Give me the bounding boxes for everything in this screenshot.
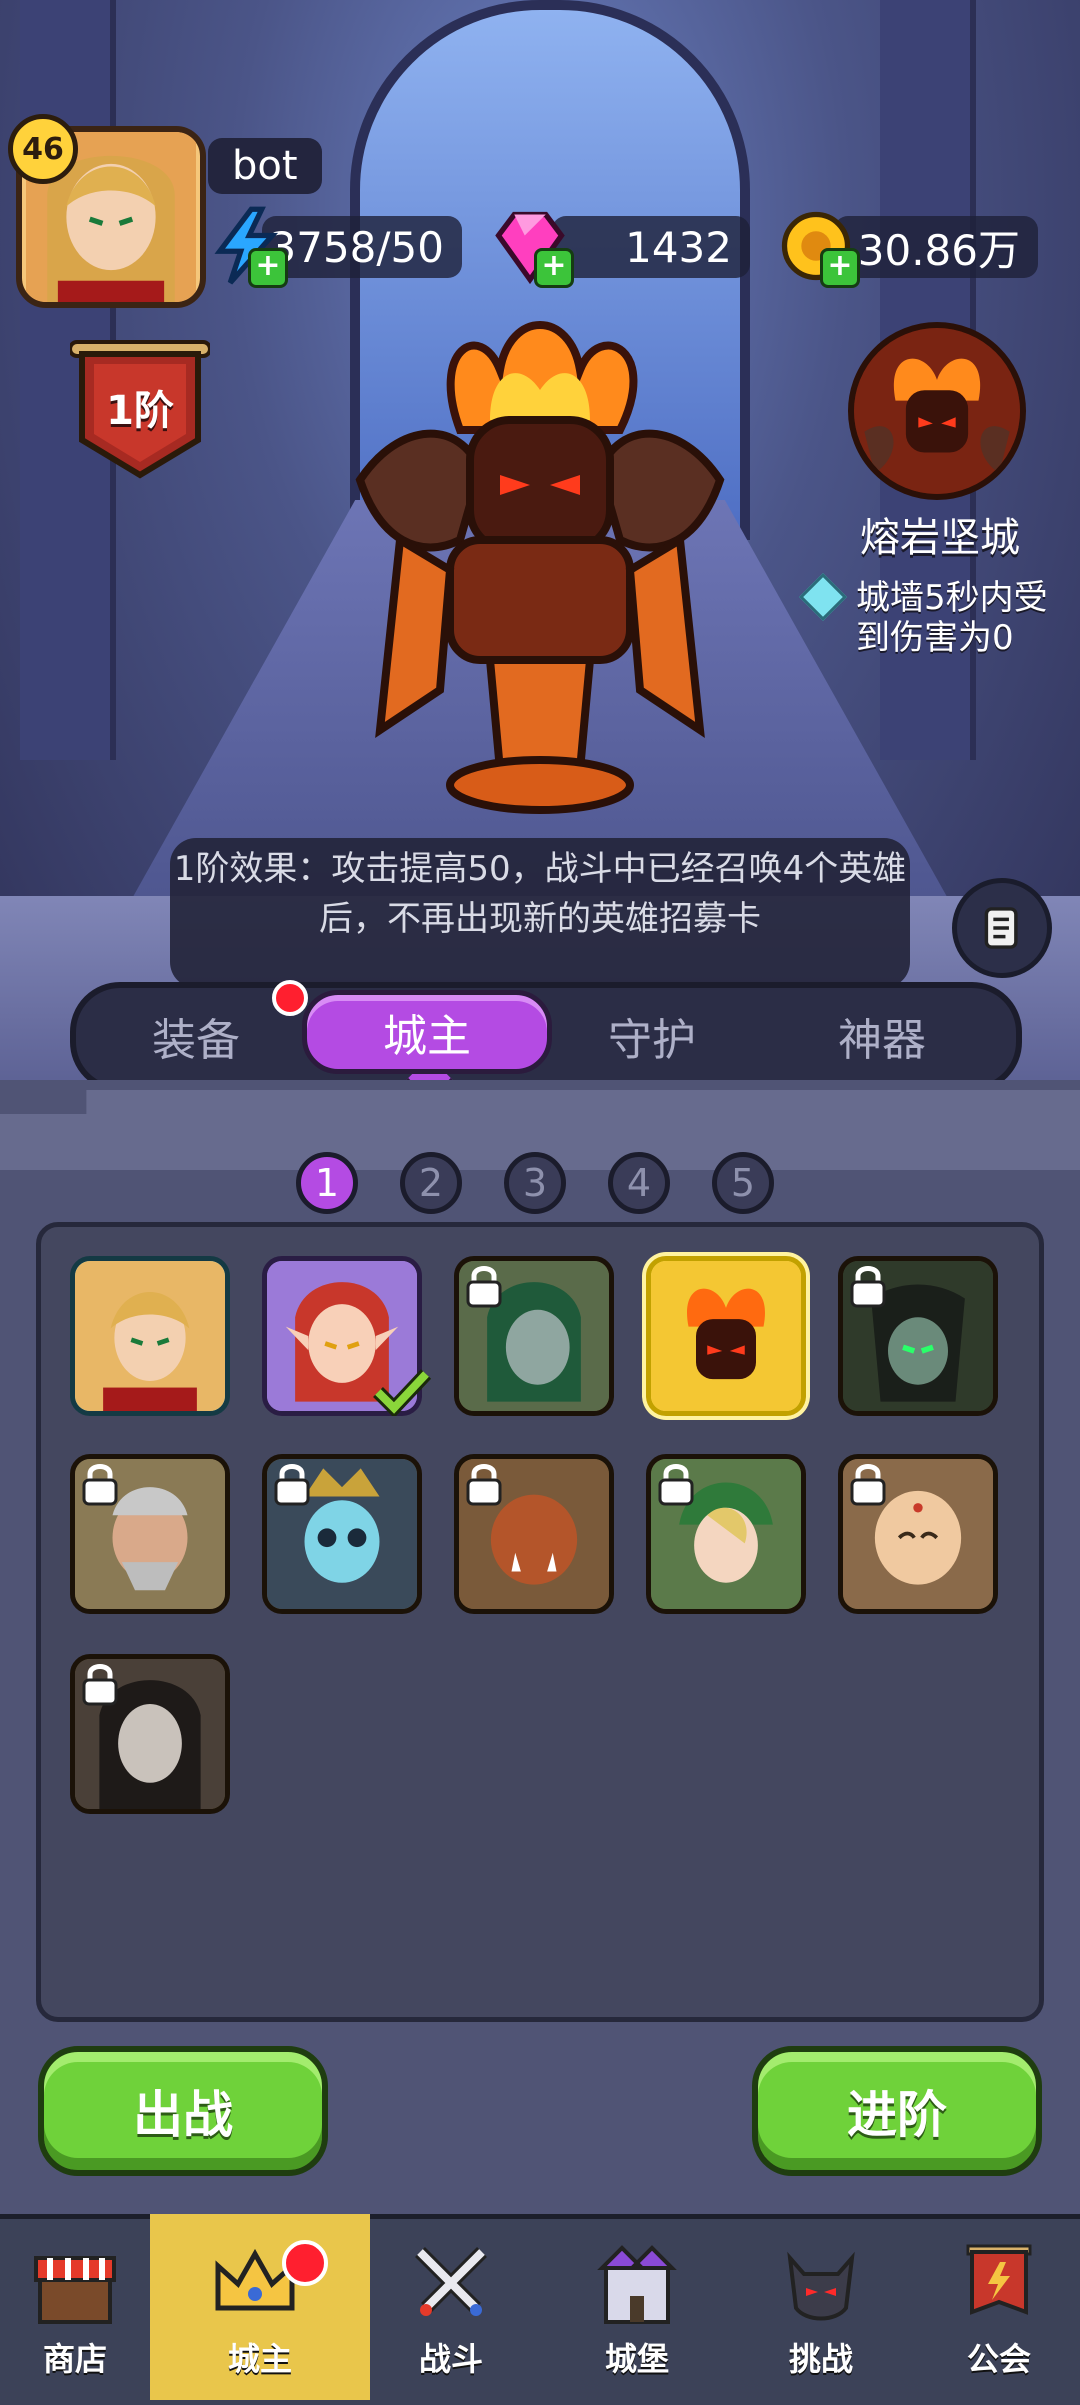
hero-portrait — [651, 1261, 801, 1411]
player-name: bot — [232, 143, 298, 189]
tab-equipment-label: 装备 — [152, 1015, 240, 1066]
advance-button-label: 进阶 — [847, 2086, 947, 2144]
nav-castle-label: 城堡 — [604, 2340, 669, 2378]
gem-value: 1432 — [625, 222, 732, 272]
lock-icon — [850, 1266, 886, 1308]
page-1-button[interactable]: 1 — [296, 1152, 358, 1214]
add-gems-button[interactable]: + — [534, 248, 574, 288]
page-4-label: 4 — [626, 1161, 652, 1205]
page-3-button[interactable]: 3 — [504, 1152, 566, 1214]
nav-lord[interactable]: 城主 — [150, 2214, 370, 2400]
skill-icon[interactable] — [848, 322, 1026, 500]
skill-name: 熔岩坚城 — [860, 515, 1020, 561]
nav-shop-label: 商店 — [42, 2340, 107, 2378]
gold-value: 30.86万 — [857, 225, 1020, 275]
tab-equipment[interactable]: 装备 — [96, 1000, 296, 1072]
skill-description: 城墙5秒内受到伤害为0 — [856, 578, 1048, 658]
nav-lord-label: 城主 — [227, 2340, 292, 2378]
lava-golem-character[interactable] — [340, 310, 740, 830]
notification-dot — [272, 980, 308, 1016]
player-name-box: bot — [208, 138, 322, 194]
energy-value: 3758/50 — [269, 222, 444, 272]
nav-challenge-label: 挑战 — [788, 2340, 853, 2378]
equipped-check-icon — [373, 1369, 432, 1416]
tab-guardian[interactable]: 守护 — [552, 1000, 752, 1072]
add-energy-button[interactable]: + — [248, 248, 288, 288]
gold-counter: 30.86万 — [834, 216, 1038, 278]
advance-button[interactable]: 进阶 — [752, 2046, 1042, 2176]
tab-guardian-label: 守护 — [608, 1015, 696, 1066]
rank-effect-box: 1阶效果：攻击提高50，战斗中已经召唤4个英雄后，不再出现新的英雄招募卡 — [170, 838, 910, 988]
tab-lord-label: 城主 — [383, 1011, 471, 1062]
hero-portrait — [75, 1261, 225, 1411]
tab-artifact-label: 神器 — [838, 1015, 926, 1066]
player-level: 46 — [22, 131, 64, 167]
nav-battle[interactable]: 战斗 — [376, 2214, 526, 2400]
battle-button-label: 出战 — [133, 2086, 233, 2144]
nav-battle-label: 战斗 — [418, 2340, 483, 2378]
page-5-button[interactable]: 5 — [712, 1152, 774, 1214]
page-selector: 1 2 3 4 5 — [0, 1152, 1080, 1222]
castle-icon — [597, 2245, 677, 2324]
crossed-swords-icon — [415, 2247, 487, 2316]
guild-banner-icon — [966, 2244, 1032, 2315]
page-2-button[interactable]: 2 — [400, 1152, 462, 1214]
lock-icon — [466, 1464, 502, 1506]
gem-counter: 1432 — [552, 216, 750, 278]
lock-icon — [274, 1464, 310, 1506]
demon-mask-icon — [787, 2251, 855, 2321]
page-4-button[interactable]: 4 — [608, 1152, 670, 1214]
scroll-icon — [984, 907, 1018, 949]
lock-icon — [658, 1464, 694, 1506]
lava-skill-icon — [854, 328, 1020, 494]
tab-artifact[interactable]: 神器 — [782, 1000, 982, 1072]
rank-label: 1阶 — [106, 388, 174, 434]
hero-card-golden-hair-knight[interactable] — [70, 1256, 230, 1416]
page-1-label: 1 — [314, 1161, 340, 1205]
scroll-info-button[interactable] — [952, 878, 1052, 978]
lock-icon — [466, 1266, 502, 1308]
nav-guild-label: 公会 — [966, 2340, 1031, 2378]
page-2-label: 2 — [418, 1161, 444, 1205]
nav-shop[interactable]: 商店 — [0, 2214, 150, 2400]
tab-lord[interactable]: 城主 — [302, 990, 552, 1074]
hero-card-lava-golem[interactable] — [646, 1256, 806, 1416]
energy-counter: 3758/50 — [262, 216, 462, 278]
player-level-badge: 46 — [8, 114, 78, 184]
nav-lord-notification-dot — [282, 2240, 328, 2286]
page-3-label: 3 — [522, 1161, 548, 1205]
battle-button[interactable]: 出战 — [38, 2046, 328, 2176]
rank-effect-text: 1阶效果：攻击提高50，战斗中已经召唤4个英雄后，不再出现新的英雄招募卡 — [173, 849, 907, 939]
nav-guild[interactable]: 公会 — [924, 2214, 1074, 2400]
lock-icon — [82, 1664, 118, 1706]
lock-icon — [850, 1464, 886, 1506]
shop-icon — [34, 2256, 116, 2324]
lock-icon — [82, 1464, 118, 1506]
nav-castle[interactable]: 城堡 — [562, 2214, 712, 2400]
nav-challenge[interactable]: 挑战 — [746, 2214, 896, 2400]
add-gold-button[interactable]: + — [820, 248, 860, 288]
page-5-label: 5 — [730, 1161, 756, 1205]
